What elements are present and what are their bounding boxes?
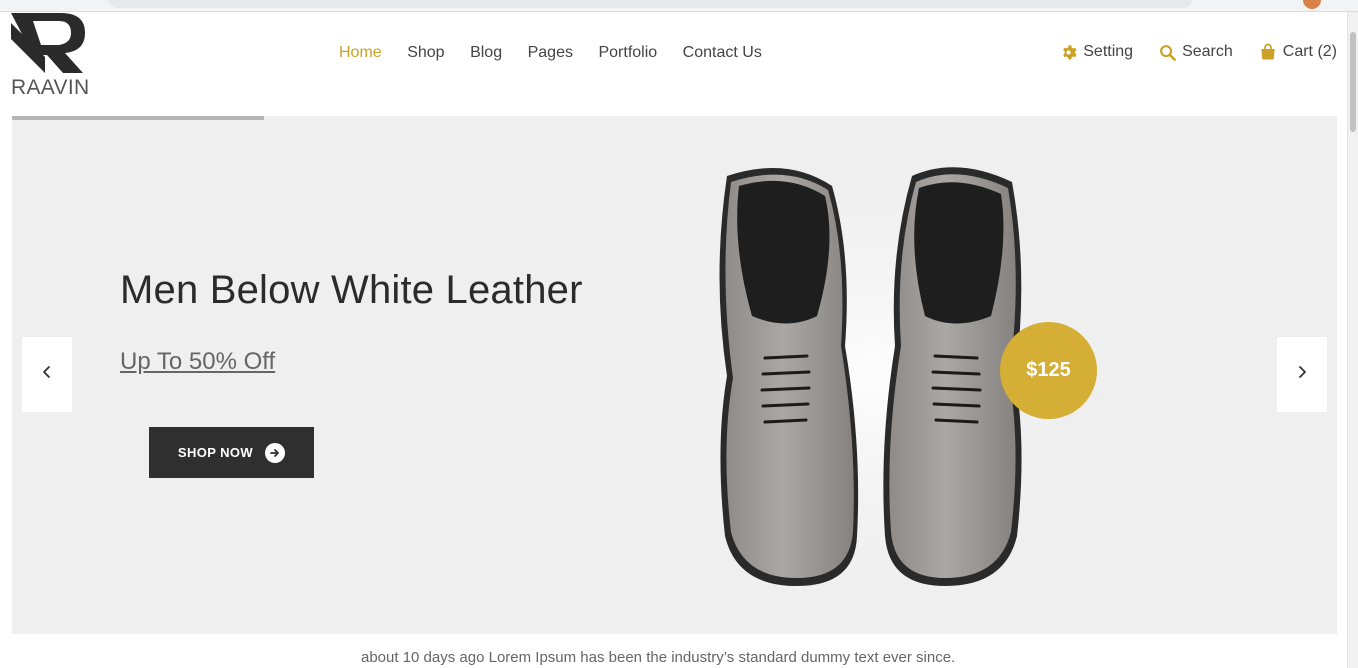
nav-item-shop[interactable]: Shop bbox=[407, 44, 444, 62]
cart-button[interactable]: Cart (2) bbox=[1259, 43, 1337, 61]
nav-item-blog[interactable]: Blog bbox=[470, 44, 502, 62]
search-button[interactable]: Search bbox=[1159, 43, 1233, 61]
search-icon bbox=[1159, 44, 1176, 61]
nav-item-contact-us[interactable]: Contact Us bbox=[683, 44, 762, 62]
nav-item-pages[interactable]: Pages bbox=[528, 44, 573, 62]
address-bar[interactable] bbox=[108, 0, 1193, 8]
slider-prev-button[interactable] bbox=[22, 337, 72, 412]
cart-label: Cart (2) bbox=[1282, 43, 1337, 60]
chevron-left-icon bbox=[42, 365, 52, 384]
header-tools: Setting Search Cart (2) bbox=[1034, 43, 1337, 61]
hero-subtitle-link[interactable]: Up To 50% Off bbox=[120, 348, 275, 376]
nav-item-home[interactable]: Home bbox=[339, 44, 382, 62]
shop-now-button[interactable]: SHOP NOW bbox=[149, 427, 314, 478]
browser-chrome bbox=[0, 0, 1358, 12]
gear-icon bbox=[1060, 44, 1077, 61]
blog-snippet-text: about 10 days ago Lorem Ipsum has been t… bbox=[361, 649, 956, 666]
nav-item-portfolio[interactable]: Portfolio bbox=[598, 44, 657, 62]
shop-now-label: SHOP NOW bbox=[177, 445, 254, 460]
setting-button[interactable]: Setting bbox=[1060, 43, 1133, 61]
page-scrollbar[interactable] bbox=[1347, 12, 1358, 668]
chevron-right-icon bbox=[1297, 365, 1307, 384]
shopping-bag-icon bbox=[1259, 43, 1277, 61]
hero-slider: Men Below White Leather Up To 50% Off SH… bbox=[12, 116, 1337, 634]
brand-name: RAAVIN bbox=[11, 76, 90, 99]
main-nav: Home Shop Blog Pages Portfolio Contact U… bbox=[339, 44, 787, 62]
profile-avatar[interactable] bbox=[1303, 0, 1321, 9]
brand-logo[interactable]: RAAVIN bbox=[11, 13, 91, 99]
arrow-right-circle-icon bbox=[265, 442, 286, 463]
hero-title: Men Below White Leather bbox=[120, 268, 583, 312]
slider-next-button[interactable] bbox=[1277, 337, 1327, 412]
setting-label: Setting bbox=[1083, 43, 1134, 60]
logo-mark-icon bbox=[11, 13, 85, 73]
scrollbar-thumb[interactable] bbox=[1350, 32, 1356, 132]
price-badge: $125 bbox=[1000, 322, 1097, 419]
search-label: Search bbox=[1182, 43, 1233, 60]
slide-progress-bar bbox=[12, 116, 264, 120]
